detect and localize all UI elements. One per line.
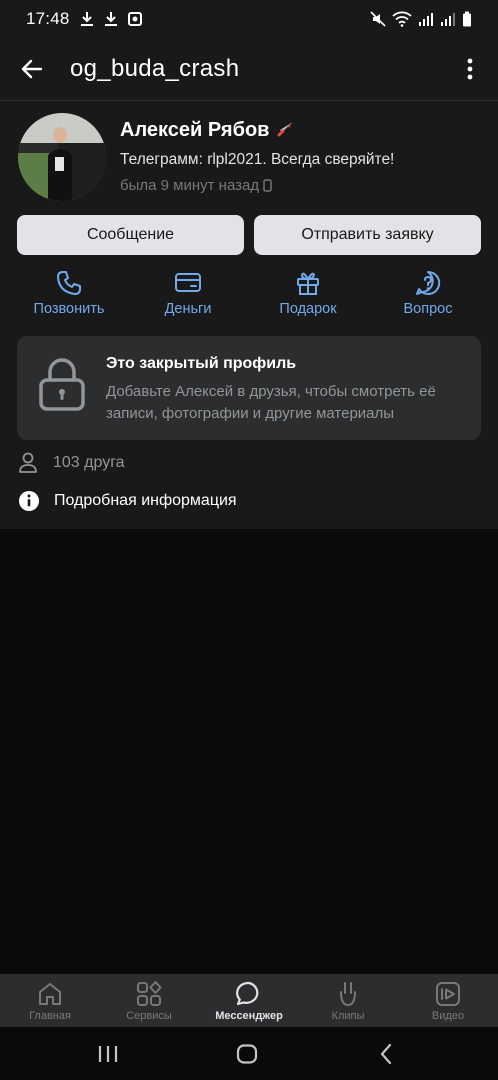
rocket-icon: [277, 122, 294, 137]
primary-buttons: Сообщение Отправить заявку: [17, 215, 481, 255]
more-button[interactable]: [450, 38, 490, 101]
message-button[interactable]: Сообщение: [17, 215, 244, 255]
home-circle-icon: [236, 1043, 258, 1064]
gift-action[interactable]: Подарок: [258, 269, 358, 317]
wifi-icon: [392, 11, 412, 27]
tab-clips[interactable]: Клипы: [298, 974, 398, 1027]
question-label: Вопрос: [403, 301, 453, 317]
clips-icon: [340, 982, 356, 1007]
details-label: Подробная информация: [54, 492, 237, 509]
more-vertical-icon: [467, 58, 473, 80]
info-icon: [19, 491, 39, 511]
status-time: 17:48: [26, 9, 70, 28]
home-icon: [39, 983, 61, 1005]
closed-profile-text: Добавьте Алексей в друзья, чтобы смотрет…: [106, 383, 436, 422]
friends-count: 103 друга: [53, 454, 125, 471]
system-back-button[interactable]: [356, 1027, 416, 1080]
tab-bar: Главная Сервисы Мессенджер Клипы Видео: [0, 974, 498, 1027]
video-icon: [436, 982, 460, 1006]
friend-request-button[interactable]: Отправить заявку: [254, 215, 481, 255]
message-bubble-icon: [236, 981, 259, 1006]
phone-icon: [263, 179, 272, 192]
status-bar: 17:48: [0, 0, 498, 38]
money-action[interactable]: Деньги: [138, 269, 238, 317]
tab-messenger[interactable]: Мессенджер: [199, 974, 299, 1027]
tab-home-label: Главная: [29, 1010, 71, 1022]
profile-status: Телеграмм: rlpl2021. Всегда сверяйте!: [120, 151, 395, 168]
profile-name-text: Алексей Рябов: [120, 118, 270, 141]
profile-panel: Алексей Рябов Телеграмм: rlpl2021. Всегд…: [0, 101, 498, 529]
action-row: Позвонить Деньги Подарок Вопрос: [0, 269, 498, 325]
signal-icon: [418, 11, 434, 27]
tab-clips-label: Клипы: [331, 1010, 365, 1022]
user-icon: [19, 452, 37, 473]
home-button[interactable]: [217, 1027, 277, 1080]
avatar[interactable]: [18, 113, 106, 201]
money-card-icon: [175, 273, 201, 292]
tab-video[interactable]: Видео: [398, 974, 498, 1027]
phone-call-icon: [57, 271, 81, 295]
gift-label: Подарок: [279, 301, 337, 317]
battery-icon: [462, 11, 472, 27]
last-seen: была 9 минут назад: [120, 177, 394, 194]
page-title: og_buda_crash: [70, 55, 240, 82]
gift-icon: [297, 272, 319, 295]
friends-row[interactable]: 103 друга: [18, 452, 125, 474]
profile-header: Алексей Рябов Телеграмм: rlpl2021. Всегд…: [18, 113, 480, 203]
tab-video-label: Видео: [431, 1010, 465, 1022]
recent-apps-button[interactable]: [78, 1027, 138, 1080]
tab-services-label: Сервисы: [126, 1010, 172, 1022]
tab-home[interactable]: Главная: [0, 974, 100, 1027]
signal-icon: [440, 11, 456, 27]
profile-name: Алексей Рябов: [120, 117, 394, 143]
arrow-left-icon: [21, 59, 43, 79]
question-icon: [416, 270, 441, 295]
header: og_buda_crash: [0, 38, 498, 101]
details-row[interactable]: Подробная информация: [18, 490, 237, 512]
mute-icon: [370, 11, 386, 27]
call-action[interactable]: Позвонить: [19, 269, 119, 317]
tab-services[interactable]: Сервисы: [99, 974, 199, 1027]
app-notification-icon: [127, 12, 142, 26]
system-nav-bar: [0, 1027, 498, 1080]
closed-profile-card: Это закрытый профиль Добавьте Алексей в …: [17, 336, 481, 440]
services-icon: [137, 981, 162, 1006]
recent-apps-icon: [98, 1045, 118, 1062]
lock-icon: [39, 358, 85, 411]
question-action[interactable]: Вопрос: [378, 269, 478, 317]
tab-messenger-label: Мессенджер: [215, 1010, 283, 1022]
download-icon: [80, 11, 94, 27]
last-seen-text: была 9 минут назад: [120, 177, 260, 194]
money-label: Деньги: [164, 301, 212, 317]
download-icon: [104, 11, 118, 27]
chevron-left-icon: [380, 1043, 392, 1064]
call-label: Позвонить: [33, 301, 105, 317]
back-button[interactable]: [2, 38, 62, 101]
closed-profile-title: Это закрытый профиль: [106, 355, 297, 372]
